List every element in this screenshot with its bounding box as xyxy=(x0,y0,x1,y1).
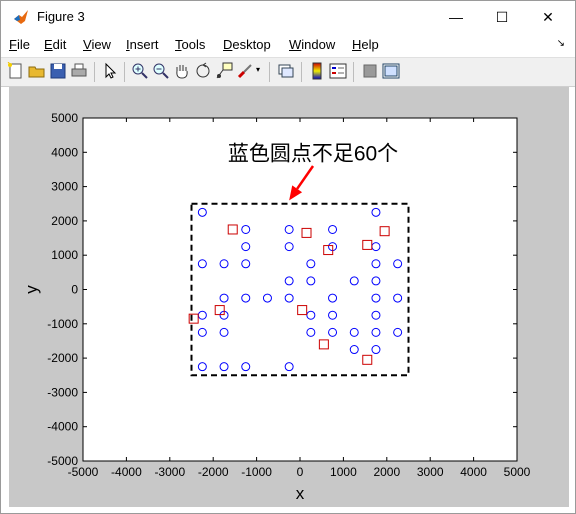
toolbar-separator xyxy=(94,62,95,82)
x-tick-label: -3000 xyxy=(154,465,185,479)
zoom-out-icon[interactable] xyxy=(152,62,170,80)
pan-icon[interactable] xyxy=(173,62,191,80)
show-plot-tools-icon[interactable] xyxy=(382,62,400,80)
title-bar: Figure 3 — ☐ ✕ xyxy=(1,1,575,33)
menu-edit-rest: dit xyxy=(52,37,67,52)
hide-plot-tools-icon[interactable] xyxy=(361,62,379,80)
window-title: Figure 3 xyxy=(37,9,85,24)
figure-window: Figure 3 — ☐ ✕ File Edit View Insert Too… xyxy=(0,0,576,514)
menu-window[interactable]: Window xyxy=(289,37,335,52)
y-tick-label: 1000 xyxy=(51,248,78,262)
menu-help-rest: elp xyxy=(361,37,379,52)
x-tick-label: -1000 xyxy=(241,465,272,479)
menu-file-rest: ile xyxy=(16,37,30,52)
y-tick-label: 0 xyxy=(71,283,78,297)
y-tick-label: 4000 xyxy=(51,145,78,159)
save-icon[interactable] xyxy=(49,62,67,80)
x-tick-label: 0 xyxy=(297,465,304,479)
toolbar-separator xyxy=(301,62,302,82)
y-tick-label: -2000 xyxy=(47,351,78,365)
menu-insert[interactable]: Insert xyxy=(126,37,159,52)
axes-box xyxy=(82,117,518,462)
colorbar-icon[interactable] xyxy=(308,62,326,80)
toolbar: ▾ xyxy=(1,57,575,87)
toolbar-separator xyxy=(353,62,354,82)
print-icon[interactable] xyxy=(70,62,88,80)
legend-icon[interactable] xyxy=(329,62,347,80)
minimize-button[interactable]: — xyxy=(433,1,479,33)
toolbar-separator xyxy=(269,62,270,82)
figure-canvas: -5000 -4000 -3000 -2000 -1000 0 1000 2000 3000 40… xyxy=(9,87,569,507)
menu-desktop-rest: esktop xyxy=(232,37,271,52)
new-figure-icon[interactable] xyxy=(7,62,25,80)
toolbar-separator xyxy=(124,62,125,82)
y-tick-label: 5000 xyxy=(51,111,78,125)
close-button[interactable]: ✕ xyxy=(525,1,571,33)
y-tick-label: -4000 xyxy=(47,420,78,434)
menu-view-rest: iew xyxy=(91,37,111,52)
menu-view[interactable]: View xyxy=(83,37,111,52)
annotation-text: 蓝色圆点不足60个 xyxy=(228,142,398,165)
menu-edit[interactable]: Edit xyxy=(44,37,66,52)
menu-window-rest: indow xyxy=(301,37,336,52)
menu-dock-arrow-icon[interactable]: ↘ xyxy=(557,38,565,49)
open-file-icon[interactable] xyxy=(28,62,46,80)
rotate-3d-icon[interactable] xyxy=(194,62,212,80)
link-plot-icon[interactable] xyxy=(277,62,295,80)
y-axis-label: y xyxy=(22,285,41,294)
y-tick-label: -5000 xyxy=(47,454,78,468)
y-tick-label: 3000 xyxy=(51,180,78,194)
y-tick-label: 2000 xyxy=(51,214,78,228)
y-tick-label: -3000 xyxy=(47,385,78,399)
matlab-logo-icon xyxy=(13,9,29,25)
menu-help[interactable]: Help xyxy=(352,37,379,52)
x-tick-label: 4000 xyxy=(460,465,487,479)
x-tick-label: -4000 xyxy=(111,465,142,479)
x-tick-label: 1000 xyxy=(330,465,357,479)
data-cursor-icon[interactable] xyxy=(215,62,233,80)
maximize-button[interactable]: ☐ xyxy=(479,1,525,33)
brush-dropdown-icon[interactable]: ▾ xyxy=(256,65,260,74)
scatter-plot: -5000 -4000 -3000 -2000 -1000 0 1000 2000 3000 40… xyxy=(22,111,531,503)
menu-bar: File Edit View Insert Tools Desktop Wind… xyxy=(1,34,575,56)
menu-insert-rest: nsert xyxy=(129,37,159,52)
menu-desktop[interactable]: Desktop xyxy=(223,37,271,52)
menu-file[interactable]: File xyxy=(9,37,30,52)
x-tick-label: 2000 xyxy=(373,465,400,479)
zoom-in-icon[interactable] xyxy=(131,62,149,80)
menu-tools[interactable]: Tools xyxy=(175,37,205,52)
brush-icon[interactable] xyxy=(236,62,254,80)
x-tick-label: -2000 xyxy=(198,465,229,479)
x-tick-label: 5000 xyxy=(504,465,531,479)
menu-tools-rest: ools xyxy=(181,37,206,52)
y-tick-label: -1000 xyxy=(47,317,78,331)
pointer-icon[interactable] xyxy=(101,62,119,80)
x-axis-label: x xyxy=(296,484,305,503)
x-tick-label: 3000 xyxy=(417,465,444,479)
